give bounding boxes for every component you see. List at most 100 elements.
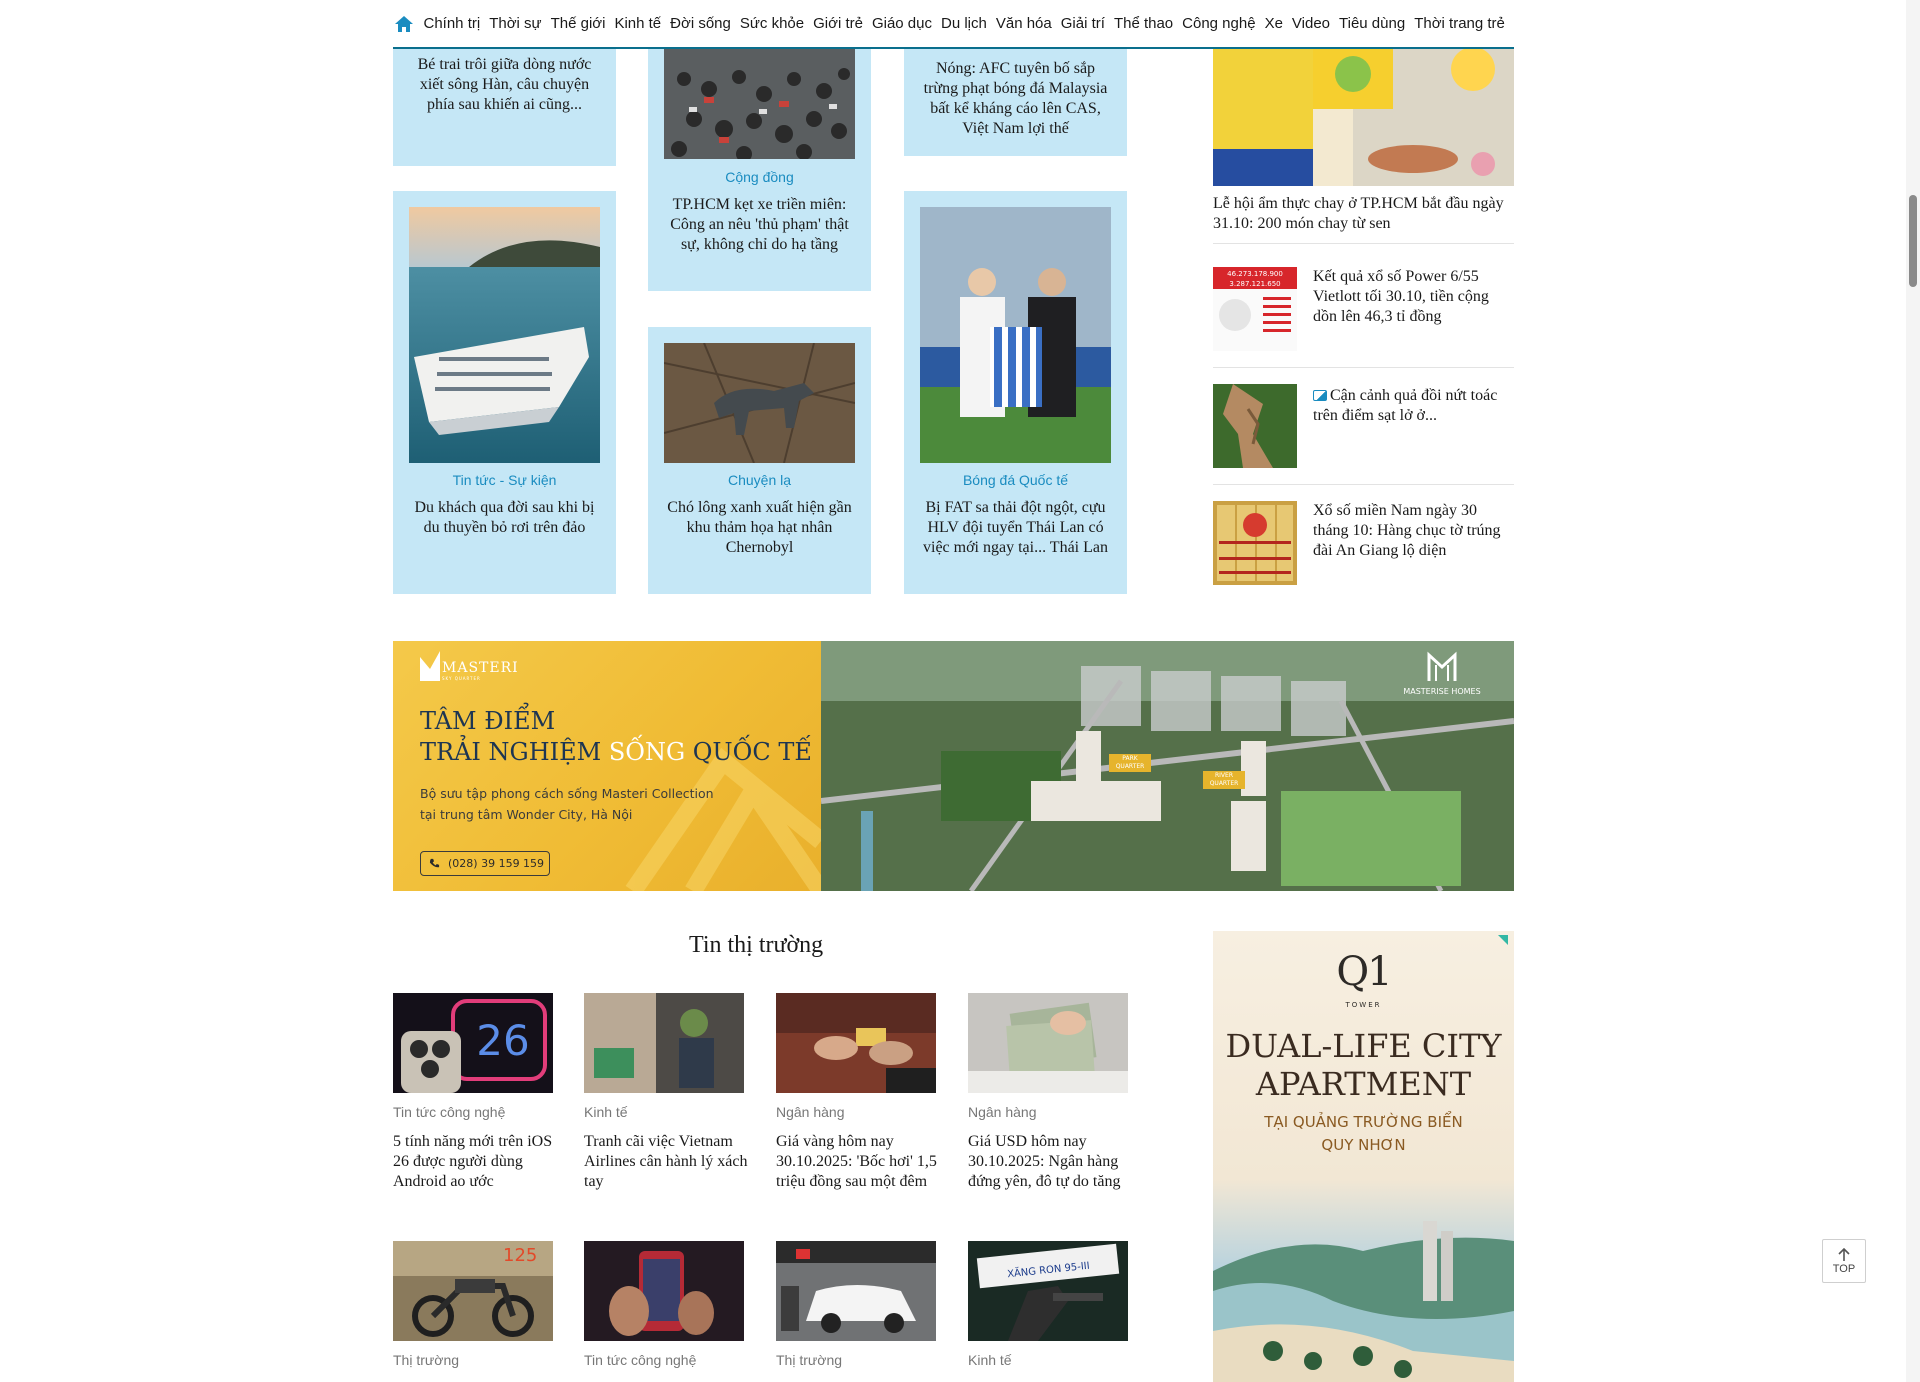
nav-item-chinh-tri[interactable]: Chính trị [424, 15, 481, 32]
item-category[interactable]: Kinh tế [968, 1352, 1012, 1368]
brand-sub: SKY QUARTER [442, 676, 481, 681]
divider [1213, 243, 1514, 244]
masteri-banner-ad[interactable]: MASTERI SKY QUARTER TÂM ĐIỂM TRẢI NGHIỆM… [393, 641, 1514, 891]
list-item[interactable]: Cận cảnh quả đồi nứt toác trên điểm sạt … [1213, 384, 1514, 468]
item-title-text[interactable]: Cận cảnh quả đồi nứt toác trên điểm sạt … [1313, 387, 1497, 424]
nav-item-giao-duc[interactable]: Giáo dục [872, 15, 932, 32]
phone-number: (028) 39 159 159 [448, 857, 545, 870]
q1-tower-ad[interactable]: Q1 TOWER DUAL-LIFE CITY APARTMENT TẠI QU… [1213, 931, 1514, 1382]
lottery-top-number: 46.273.178.900 [1227, 270, 1283, 278]
card-title[interactable]: Du khách qua đời sau khi bị du thuyền bỏ… [407, 498, 602, 538]
item-title[interactable]: Cận cảnh quả đồi nứt toác trên điểm sạt … [1313, 386, 1514, 426]
list-item[interactable]: 46.273.178.900 3.287.121.650 Kết quả xổ … [1213, 267, 1514, 351]
scrollbar[interactable] [1906, 0, 1920, 1382]
card-category[interactable]: Chuyện lạ [648, 472, 871, 488]
park-quarter-label: PARK QUARTER [1109, 754, 1151, 772]
item-category[interactable]: Kinh tế [584, 1104, 628, 1120]
news-card[interactable]: Bóng đá Quốc tế Bị FAT sa thải đột ngột,… [904, 191, 1127, 594]
nav-item-video[interactable]: Video [1292, 15, 1330, 32]
card-title[interactable]: Bị FAT sa thải đột ngột, cựu HLV đội tuy… [918, 498, 1113, 558]
item-thumbnail[interactable] [1213, 501, 1297, 585]
nav-item-cong-nghe[interactable]: Công nghệ [1182, 15, 1255, 32]
nav-item-doi-song[interactable]: Đời sống [670, 15, 731, 32]
nav-item-kinh-te[interactable]: Kinh tế [614, 15, 661, 32]
item-category[interactable]: Thị trường [393, 1352, 459, 1368]
news-card[interactable]: Cộng đồng TP.HCM kẹt xe triền miên: Công… [648, 49, 871, 291]
news-card[interactable]: Chuyện lạ Chó lông xanh xuất hiện gần kh… [648, 327, 871, 594]
nav-item-the-thao[interactable]: Thể thao [1114, 15, 1173, 32]
item-title[interactable]: Tranh cãi việc Vietnam Airlines cân hành… [584, 1132, 750, 1192]
nav-item-du-lich[interactable]: Du lịch [941, 15, 987, 32]
featured-image[interactable] [1213, 49, 1514, 186]
item-image[interactable] [584, 993, 744, 1093]
phone-button[interactable]: (028) 39 159 159 [420, 851, 550, 876]
card-image[interactable] [664, 343, 855, 463]
card-image[interactable] [409, 207, 600, 463]
card-title[interactable]: Nóng: AFC tuyên bố sắp trừng phạt bóng đ… [918, 59, 1113, 139]
item-image[interactable] [776, 1241, 936, 1341]
banner-headline-2: TRẢI NGHIỆM SỐNG QUỐC TẾ [420, 738, 812, 766]
nav-bar: Chính trị Thời sự Thế giới Kinh tế Đời s… [393, 0, 1514, 49]
item-image[interactable] [968, 993, 1128, 1093]
banner-desc-2: tại trung tâm Wonder City, Hà Nội [420, 807, 633, 822]
nav-item-thoi-su[interactable]: Thời sự [489, 15, 541, 32]
nav-item-giai-tri[interactable]: Giải trí [1061, 15, 1105, 32]
item-image[interactable]: 125 [393, 1241, 553, 1341]
masterise-homes-logo: MASTERISE HOMES [1392, 651, 1492, 696]
divider [1213, 484, 1514, 485]
item-category[interactable]: Thị trường [776, 1352, 842, 1368]
nav-item-suc-khoe[interactable]: Sức khỏe [740, 15, 804, 32]
card-image[interactable] [664, 49, 855, 159]
item-image[interactable] [584, 1241, 744, 1341]
item-title[interactable]: 5 tính năng mới trên iOS 26 được người d… [393, 1132, 559, 1192]
nav-item-tieu-dung[interactable]: Tiêu dùng [1339, 15, 1405, 32]
item-category[interactable]: Tin tức công nghệ [584, 1352, 696, 1368]
card-image[interactable] [920, 207, 1111, 463]
news-card[interactable]: Tin tức - Sự kiện Du khách qua đời sau k… [393, 191, 616, 594]
news-card[interactable]: Nóng: AFC tuyên bố sắp trừng phạt bóng đ… [904, 49, 1127, 156]
masterise-m-icon [1427, 651, 1457, 681]
item-thumbnail[interactable]: 46.273.178.900 3.287.121.650 [1213, 267, 1297, 351]
scrollbar-thumb[interactable] [1909, 195, 1917, 287]
item-image[interactable]: 26 [393, 993, 553, 1093]
section-title[interactable]: Tin thị trường [689, 932, 823, 959]
lottery-second-number: 3.287.121.650 [1229, 280, 1280, 288]
card-title[interactable]: Bé trai trôi giữa dòng nước xiết sông Hà… [407, 55, 602, 115]
card-category[interactable]: Bóng đá Quốc tế [904, 472, 1127, 488]
bike-model-number: 125 [503, 1245, 537, 1266]
top-label: TOP [1832, 1262, 1856, 1275]
arrow-up-icon [1838, 1247, 1850, 1261]
card-category[interactable]: Tin tức - Sự kiện [393, 472, 616, 488]
home-icon[interactable] [393, 13, 415, 35]
nav-item-xe[interactable]: Xe [1265, 15, 1283, 32]
phone-icon [429, 858, 440, 868]
item-title[interactable]: Giá vàng hôm nay 30.10.2025: 'Bốc hơi' 1… [776, 1132, 942, 1192]
item-thumbnail[interactable] [1213, 384, 1297, 468]
item-title[interactable]: Kết quả xổ số Power 6/55 Vietlott tối 30… [1313, 267, 1514, 327]
news-card[interactable]: Bé trai trôi giữa dòng nước xiết sông Hà… [393, 49, 616, 166]
card-category[interactable]: Cộng đồng [648, 169, 871, 185]
masteri-logo: MASTERI SKY QUARTER [420, 651, 519, 681]
nav-item-thoi-trang-tre[interactable]: Thời trang trẻ [1414, 15, 1505, 32]
nav-item-the-gioi[interactable]: Thế giới [551, 15, 606, 32]
nav-item-gioi-tre[interactable]: Giới trẻ [813, 15, 863, 32]
card-title[interactable]: Chó lông xanh xuất hiện gần khu thảm họa… [662, 498, 857, 558]
river-quarter-label: RIVER QUARTER [1203, 771, 1245, 789]
list-item[interactable]: Xổ số miền Nam ngày 30 tháng 10: Hàng ch… [1213, 501, 1514, 585]
item-title[interactable]: Giá USD hôm nay 30.10.2025: Ngân hàng đứ… [968, 1132, 1134, 1192]
top-navigation: Chính trị Thời sự Thế giới Kinh tế Đời s… [0, 0, 1920, 49]
item-category[interactable]: Ngân hàng [776, 1104, 845, 1120]
banner-aerial-image: PARK QUARTER RIVER QUARTER MASTERISE HOM… [821, 641, 1514, 891]
featured-title[interactable]: Lễ hội ẩm thực chay ở TP.HCM bắt đầu ngà… [1213, 194, 1514, 234]
card-title[interactable]: TP.HCM kẹt xe triền miên: Công an nêu 't… [662, 195, 857, 255]
headline-highlight: SỐNG [608, 738, 693, 766]
item-category[interactable]: Ngân hàng [968, 1104, 1037, 1120]
back-to-top-button[interactable]: TOP [1822, 1239, 1866, 1283]
banner-text-panel: MASTERI SKY QUARTER TÂM ĐIỂM TRẢI NGHIỆM… [393, 641, 821, 891]
item-image[interactable] [776, 993, 936, 1093]
item-category[interactable]: Tin tức công nghệ [393, 1104, 505, 1120]
banner-headline-1: TÂM ĐIỂM [420, 707, 556, 735]
nav-item-van-hoa[interactable]: Văn hóa [996, 15, 1052, 32]
item-image[interactable]: XĂNG RON 95-III [968, 1241, 1128, 1341]
item-title[interactable]: Xổ số miền Nam ngày 30 tháng 10: Hàng ch… [1313, 501, 1514, 561]
